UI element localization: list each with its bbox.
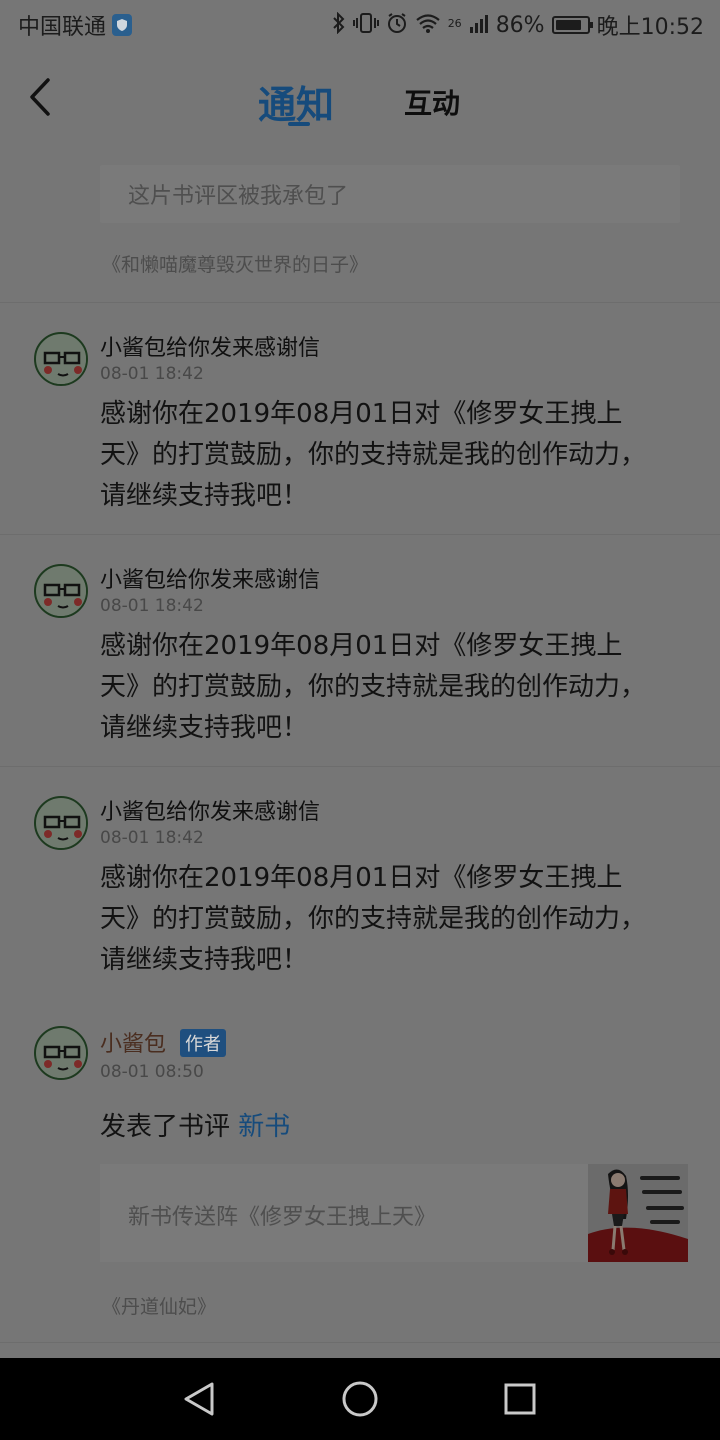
message-body-line: 请继续支持我吧！ xyxy=(100,713,309,743)
book-title-link[interactable]: 《和懒喵魔尊毁灭世界的日子》 xyxy=(102,250,368,277)
battery-percent: 86% xyxy=(495,12,545,38)
message-body-line: 请继续支持我吧！ xyxy=(100,481,309,511)
carrier-label: 中国联通 xyxy=(18,15,107,40)
list-item[interactable]: 小酱包给你发来感谢信 08-01 18:42 感谢你在2019年08月01日对《… xyxy=(0,534,720,766)
status-bar: 中国联通 26 86% 晚上10:52 xyxy=(0,0,720,50)
message-time: 08-01 18:42 xyxy=(100,596,204,616)
clock: 晚上10:52 xyxy=(596,15,704,40)
nav-recent-button[interactable] xyxy=(498,1377,542,1421)
chevron-left-icon xyxy=(30,78,50,116)
message-title: 小酱包给你发来感谢信 xyxy=(100,800,321,825)
message-body: 感谢你在2019年08月01日对《修罗女王拽上 天》的打赏鼓励，你的支持就是我的… xyxy=(100,394,690,517)
message-time: 08-01 08:50 xyxy=(100,1062,204,1082)
list-item[interactable]: 小酱包给你发来感谢信 08-01 18:42 感谢你在2019年08月01日对《… xyxy=(0,302,720,534)
back-button[interactable] xyxy=(22,74,62,120)
message-title: 小酱包给你发来感谢信 xyxy=(100,568,321,593)
list-item[interactable]: 小酱包给你发来感谢信 08-01 18:42 感谢你在2019年08月01日对《… xyxy=(0,766,720,998)
triangle-back-icon xyxy=(184,1382,214,1416)
post-action: 发表了书评 新书 xyxy=(100,1106,290,1143)
nav-home-button[interactable] xyxy=(338,1377,382,1421)
message-body-line: 请继续支持我吧！ xyxy=(100,945,309,975)
message-title: 小酱包给你发来感谢信 xyxy=(100,336,321,361)
tab-active-indicator xyxy=(288,122,310,126)
message-body-line: 天》的打赏鼓励，你的支持就是我的创作动力， xyxy=(100,672,647,702)
message-body-line: 天》的打赏鼓励，你的支持就是我的创作动力， xyxy=(100,904,647,934)
network-type-label: 26 xyxy=(447,17,462,30)
nav-back-button[interactable] xyxy=(178,1377,222,1421)
message-body: 感谢你在2019年08月01日对《修罗女王拽上 天》的打赏鼓励，你的支持就是我的… xyxy=(100,858,690,981)
avatar[interactable] xyxy=(34,332,88,386)
tab-interact[interactable]: 互动 xyxy=(404,82,460,122)
tab-interact-label: 互动 xyxy=(404,87,461,120)
quoted-comment[interactable]: 这片书评区被我承包了 xyxy=(100,165,680,223)
book-card-text: 新书传送阵《修罗女王拽上天》 xyxy=(128,1205,437,1230)
post-tag-link[interactable]: 新书 xyxy=(238,1112,290,1142)
quoted-comment-text: 这片书评区被我承包了 xyxy=(128,184,349,209)
bluetooth-icon xyxy=(332,11,346,39)
header: 通知 互动 xyxy=(0,50,720,145)
message-body-line: 感谢你在2019年08月01日对《修罗女王拽上 xyxy=(100,863,623,893)
battery-icon xyxy=(551,16,593,34)
signal-icon xyxy=(469,12,489,39)
system-nav-bar xyxy=(0,1358,720,1440)
book-card[interactable]: 新书传送阵《修罗女王拽上天》 xyxy=(100,1164,688,1262)
avatar[interactable] xyxy=(34,796,88,850)
message-body-line: 感谢你在2019年08月01日对《修罗女王拽上 xyxy=(100,399,623,429)
message-time: 08-01 18:42 xyxy=(100,364,204,384)
vibrate-icon xyxy=(352,12,379,39)
post-action-text: 发表了书评 xyxy=(100,1112,231,1142)
author-badge: 作者 xyxy=(180,1029,226,1057)
message-body: 感谢你在2019年08月01日对《修罗女王拽上 天》的打赏鼓励，你的支持就是我的… xyxy=(100,626,690,749)
avatar[interactable] xyxy=(34,1026,88,1080)
message-body-line: 天》的打赏鼓励，你的支持就是我的创作动力， xyxy=(100,440,647,470)
shield-icon xyxy=(112,14,133,36)
avatar[interactable] xyxy=(34,564,88,618)
tab-notify[interactable]: 通知 xyxy=(258,74,334,129)
book-cover-image[interactable] xyxy=(588,1164,688,1262)
author-name[interactable]: 小酱包 xyxy=(100,1026,166,1058)
divider xyxy=(0,1342,720,1343)
square-recent-icon xyxy=(504,1383,536,1415)
wifi-icon xyxy=(415,12,441,39)
tab-notify-label: 通知 xyxy=(258,83,335,127)
alarm-icon xyxy=(386,12,408,39)
message-time: 08-01 18:42 xyxy=(100,828,204,848)
message-body-line: 感谢你在2019年08月01日对《修罗女王拽上 xyxy=(100,631,623,661)
circle-home-icon xyxy=(342,1381,378,1417)
book-title-link[interactable]: 《丹道仙妃》 xyxy=(102,1292,216,1319)
